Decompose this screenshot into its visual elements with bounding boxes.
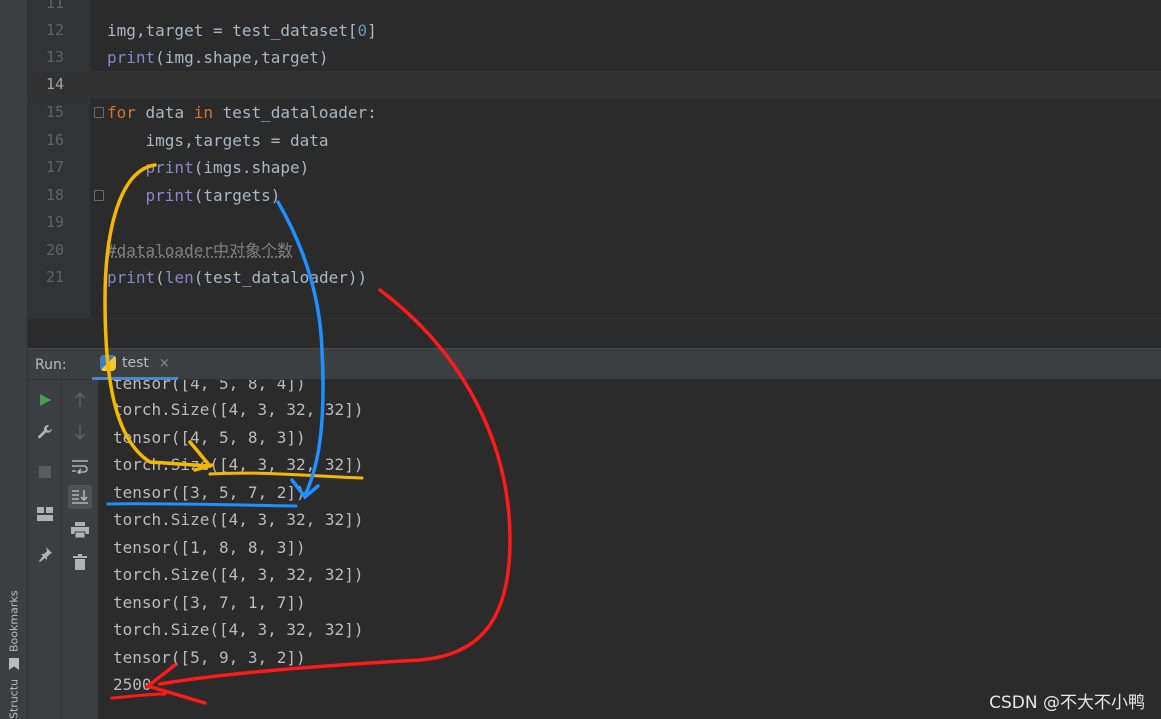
code-line[interactable]: 16 imgs,targets = data <box>28 127 1161 154</box>
line-number: 11 <box>45 0 65 12</box>
console-line: 2500 <box>113 675 152 694</box>
code-line[interactable]: 13 print(img.shape,target) <box>28 44 1161 71</box>
up-arrow-icon[interactable] <box>68 388 92 412</box>
watermark: CSDN @不大不小鸭 <box>989 693 1145 713</box>
code-line[interactable]: 21 print(len(test_dataloader)) <box>28 264 1161 291</box>
console-line: tensor([1, 8, 8, 3]) <box>113 538 306 557</box>
code-line[interactable]: 17 print(imgs.shape) <box>28 154 1161 181</box>
console-line: torch.Size([4, 3, 32, 32]) <box>113 510 364 529</box>
bookmarks-label: Bookmarks <box>7 590 21 652</box>
pin-icon[interactable] <box>33 542 57 566</box>
console-line: tensor([3, 5, 7, 2]) <box>113 483 306 502</box>
code-text: imgs,targets = data <box>107 131 329 150</box>
bookmarks-tab[interactable]: Bookmarks <box>2 560 26 670</box>
console-line: tensor([4, 5, 8, 4]) <box>113 380 306 393</box>
line-number: 16 <box>45 131 65 149</box>
code-line[interactable]: 20 #dataloader中对象个数 <box>28 237 1161 264</box>
editor-divider <box>28 318 1161 348</box>
trash-icon[interactable] <box>68 550 92 574</box>
run-label: Run: <box>35 357 67 373</box>
wrench-icon[interactable] <box>33 420 57 444</box>
line-number: 13 <box>45 48 65 66</box>
code-text: for data in test_dataloader: <box>107 103 377 122</box>
python-icon <box>100 355 116 371</box>
structure-tab[interactable]: Structure <box>2 680 26 719</box>
code-text: print(targets) <box>145 186 281 205</box>
code-text: print(imgs.shape) <box>145 158 310 177</box>
code-line[interactable]: 12 img,target = test_dataset[0] <box>28 17 1161 44</box>
line-number: 17 <box>45 158 65 176</box>
line-number: 15 <box>45 103 65 121</box>
code-text: print(img.shape,target) <box>107 48 329 67</box>
close-icon[interactable]: × <box>159 356 170 371</box>
code-editor[interactable]: 11 12 img,target = test_dataset[0] 13 pr… <box>28 0 1161 318</box>
fold-end-marker-icon[interactable] <box>94 190 104 201</box>
fold-marker-icon[interactable] <box>94 107 104 118</box>
soft-wrap-icon[interactable] <box>68 454 92 478</box>
code-line[interactable]: 18 print(targets) <box>28 182 1161 209</box>
code-line[interactable]: 19 <box>28 209 1161 236</box>
console-output[interactable]: tensor([4, 5, 8, 4]) torch.Size([4, 3, 3… <box>100 380 1161 719</box>
run-tab-test[interactable]: test × <box>92 349 178 380</box>
code-line[interactable]: 11 <box>28 0 1161 17</box>
code-line-current[interactable]: 14 <box>28 71 1161 98</box>
console-line: tensor([3, 7, 1, 7]) <box>113 593 306 612</box>
line-number: 18 <box>45 186 65 204</box>
line-number: 12 <box>45 21 65 39</box>
console-line: torch.Size([4, 3, 32, 32]) <box>113 565 364 584</box>
stop-icon[interactable] <box>33 460 57 484</box>
run-panel-header: Run: test × <box>28 348 1161 380</box>
code-line[interactable]: 15 for data in test_dataloader: <box>28 99 1161 126</box>
code-text: img,target = test_dataset[0] <box>107 21 377 40</box>
line-number: 19 <box>45 213 65 231</box>
run-toolbar-secondary <box>62 380 99 719</box>
console-line: torch.Size([4, 3, 32, 32]) <box>113 455 364 474</box>
print-icon[interactable] <box>68 518 92 542</box>
console-line: tensor([4, 5, 8, 3]) <box>113 428 306 447</box>
bookmark-icon <box>9 658 19 670</box>
layout-icon[interactable] <box>33 502 57 526</box>
console-line: torch.Size([4, 3, 32, 32]) <box>113 620 364 639</box>
console-line: tensor([5, 9, 3, 2]) <box>113 648 306 667</box>
run-icon[interactable] <box>33 388 57 412</box>
line-number: 21 <box>45 268 65 286</box>
line-number: 20 <box>45 241 65 259</box>
run-tab-label: test <box>122 355 149 371</box>
comment-text: #dataloader中对象个数 <box>107 241 293 260</box>
code-text: print(len(test_dataloader)) <box>107 268 368 287</box>
line-number: 14 <box>45 75 65 93</box>
scroll-to-end-icon[interactable] <box>68 485 92 509</box>
console-line: torch.Size([4, 3, 32, 32]) <box>113 400 364 419</box>
structure-label: Structure <box>7 680 21 719</box>
down-arrow-icon[interactable] <box>68 420 92 444</box>
run-toolbar-primary <box>28 380 62 719</box>
left-tool-strip: Bookmarks Structure <box>0 0 28 719</box>
